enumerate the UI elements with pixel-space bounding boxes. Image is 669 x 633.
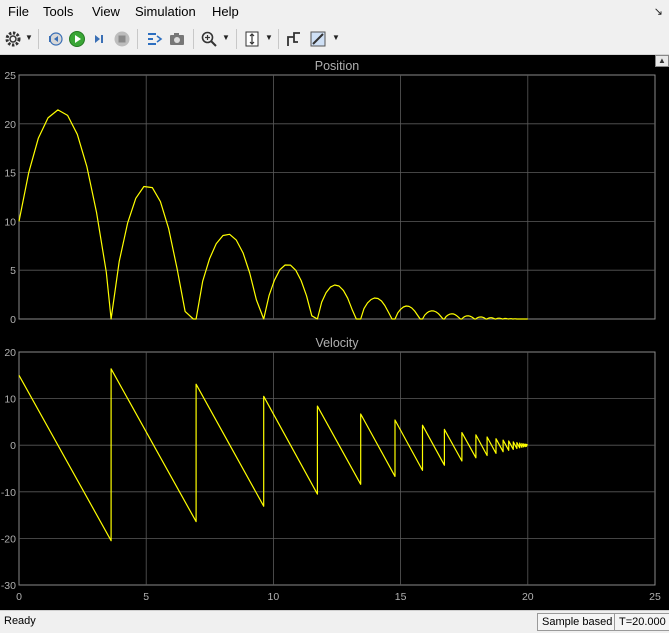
status-text: Ready — [4, 615, 36, 627]
menu-view[interactable]: View — [92, 4, 120, 19]
y-tick-label: 0 — [10, 314, 16, 326]
toolbar-separator — [236, 29, 237, 49]
y-tick-label: -10 — [1, 487, 16, 499]
camera-icon[interactable] — [166, 28, 188, 50]
toolbar-separator — [137, 29, 138, 49]
menu-file[interactable]: File — [8, 4, 29, 19]
sample-mode-indicator: Sample based — [537, 613, 618, 631]
zoom-icon[interactable] — [199, 28, 219, 50]
scope-canvas: Position 0 5 10 15 20 25 Velocity -30 -20 -10 0 10 20… — [1, 59, 661, 603]
signal-select-icon[interactable] — [283, 28, 305, 50]
y-tick-label: 0 — [10, 440, 16, 452]
y-tick-label: 10 — [4, 394, 16, 406]
highlight-icon[interactable] — [143, 28, 165, 50]
chevron-down-icon[interactable]: ▼ — [222, 33, 230, 42]
step-back-icon[interactable] — [44, 28, 66, 50]
gear-icon[interactable] — [3, 28, 23, 50]
chevron-down-icon[interactable]: ▼ — [332, 33, 340, 42]
axes-frame-2 — [18, 351, 656, 586]
y-tick-label: 20 — [4, 347, 16, 359]
menu-simulation[interactable]: Simulation — [135, 4, 196, 19]
chevron-down-icon[interactable]: ▼ — [25, 33, 33, 42]
y-tick-label: 20 — [4, 119, 16, 131]
x-tick-label: 5 — [143, 591, 149, 603]
axes-title-2: Velocity — [315, 336, 359, 350]
toolbar-separator — [278, 29, 279, 49]
step-forward-icon[interactable] — [88, 28, 110, 50]
y-tick-label: -30 — [1, 580, 16, 592]
undock-plot-icon[interactable]: ▲ — [655, 55, 669, 67]
menu-help[interactable]: Help — [212, 4, 239, 19]
y-tick-label: -20 — [1, 533, 16, 545]
sim-time-indicator: T=20.000 — [614, 613, 669, 631]
axes-title-1: Position — [315, 59, 360, 73]
scope-plot-area: Position 0 5 10 15 20 25 Velocity -30 -20 -10 0 10 20… — [0, 55, 669, 610]
x-tick-label: 0 — [16, 591, 22, 603]
axes-frame-1 — [18, 74, 656, 320]
style-icon[interactable] — [307, 28, 329, 50]
toolbar: ▼ ▼ ▼ ▼ — [0, 24, 669, 55]
y-tick-label: 15 — [4, 168, 16, 180]
run-icon[interactable] — [66, 28, 88, 50]
autoscale-icon[interactable] — [242, 28, 262, 50]
chevron-down-icon[interactable]: ▼ — [265, 33, 273, 42]
menu-bar: File Tools View Simulation Help ↘ — [0, 0, 669, 24]
x-tick-label: 15 — [395, 591, 407, 603]
toolbar-separator — [38, 29, 39, 49]
status-bar: Ready Sample based T=20.000 — [0, 610, 669, 633]
y-tick-label: 25 — [4, 70, 16, 82]
y-tick-label: 5 — [10, 265, 16, 277]
stop-icon[interactable] — [111, 28, 133, 50]
menu-tools[interactable]: Tools — [43, 4, 73, 19]
x-tick-label: 25 — [649, 591, 661, 603]
undock-arrow-icon[interactable]: ↘ — [654, 5, 663, 18]
x-tick-label: 10 — [268, 591, 280, 603]
y-tick-label: 10 — [4, 216, 16, 228]
toolbar-separator — [193, 29, 194, 49]
x-tick-label: 20 — [522, 591, 534, 603]
